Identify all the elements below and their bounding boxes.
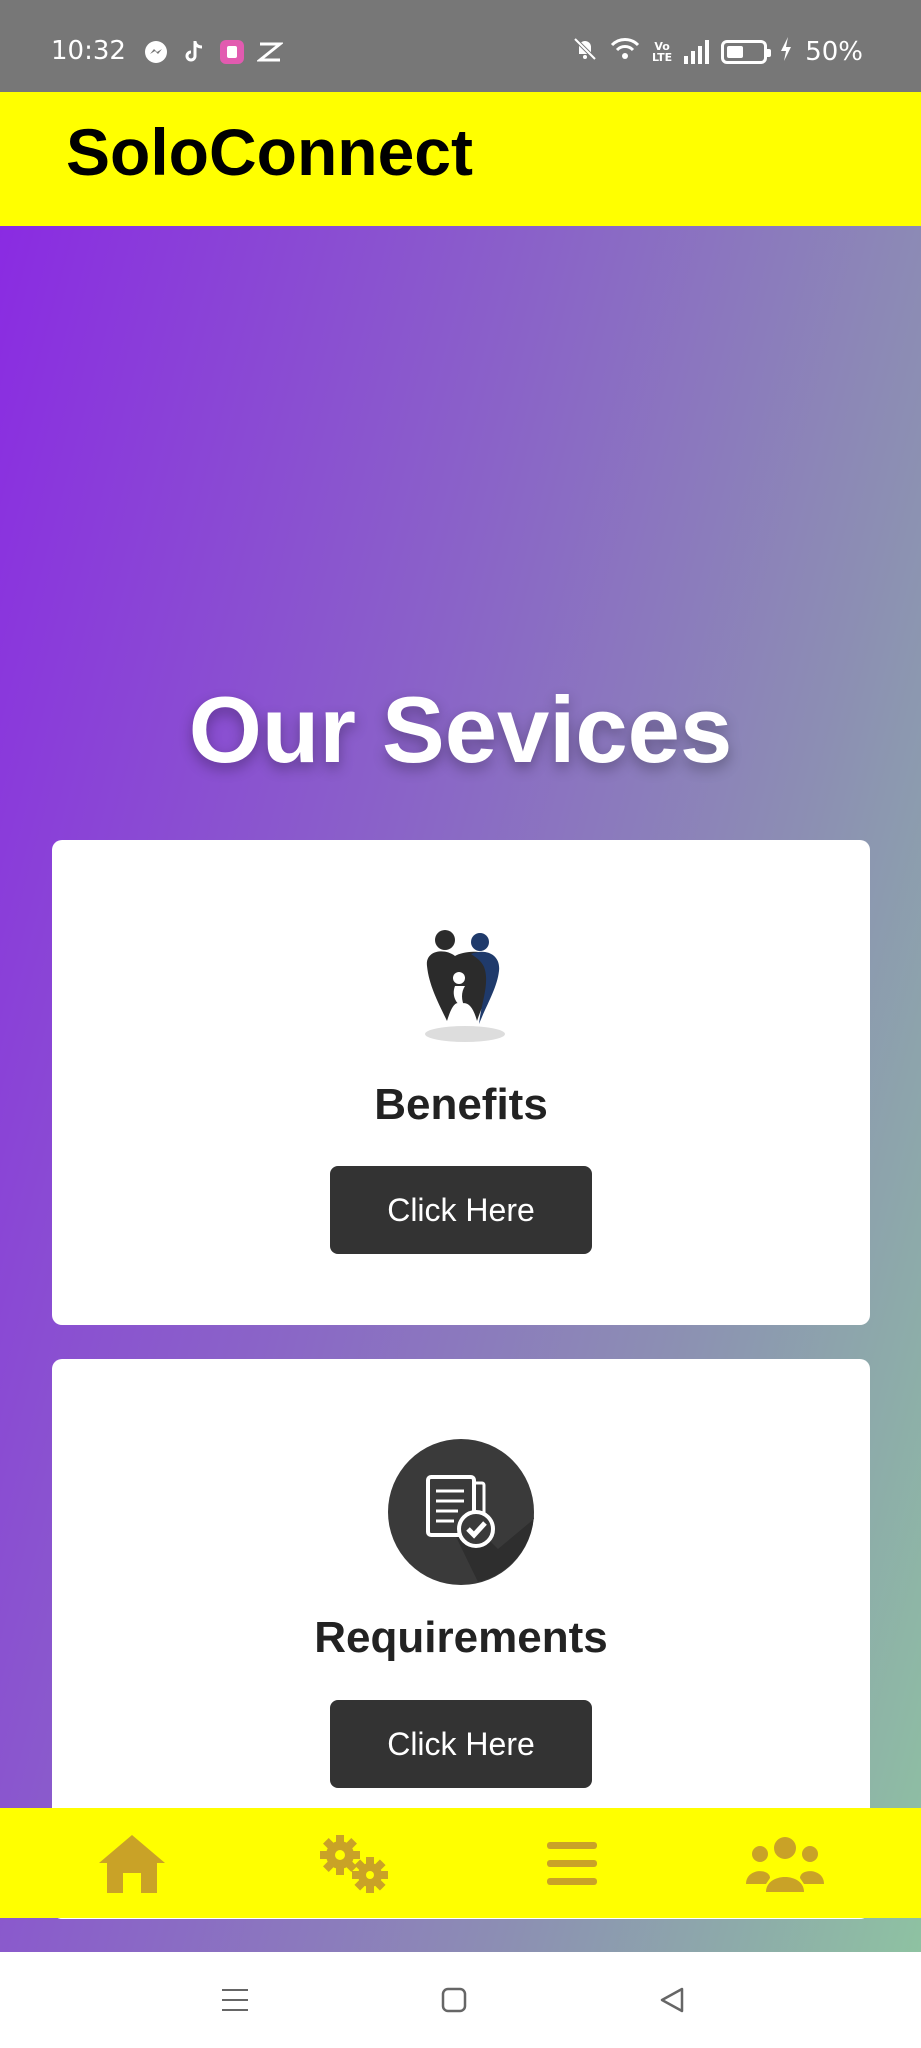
card-label: Benefits <box>374 1080 548 1129</box>
charging-icon <box>779 36 793 68</box>
status-bar: 10:32 Vo LTE 50% <box>0 0 921 92</box>
back-triangle-icon <box>660 1987 684 2013</box>
volte-icon: Vo LTE <box>651 40 673 64</box>
requirements-click-button[interactable]: Click Here <box>330 1700 592 1788</box>
notification-icons <box>142 38 284 66</box>
home-square-icon <box>441 1987 467 2013</box>
recent-apps-icon <box>222 1989 248 2011</box>
bottom-nav <box>0 1808 921 1918</box>
nav-settings[interactable] <box>314 1828 394 1900</box>
battery-icon <box>721 40 772 64</box>
system-home-button[interactable] <box>434 1980 474 2020</box>
document-check-icon <box>388 1439 534 1585</box>
family-tooth-icon <box>425 930 505 1042</box>
menu-icon <box>547 1842 597 1885</box>
status-time: 10:32 <box>51 36 126 66</box>
system-nav-bar <box>0 1952 921 2048</box>
signal-icon <box>684 40 710 64</box>
home-icon <box>99 1835 165 1893</box>
mute-icon <box>572 36 598 68</box>
benefits-click-button[interactable]: Click Here <box>330 1166 592 1254</box>
messenger-icon <box>142 38 170 66</box>
nav-users[interactable] <box>745 1828 825 1900</box>
capcut-icon <box>256 38 284 66</box>
tiktok-icon <box>180 38 208 66</box>
wifi-icon <box>610 36 640 68</box>
users-icon <box>746 1837 824 1892</box>
nav-menu[interactable] <box>532 1828 612 1900</box>
gears-icon <box>320 1835 388 1893</box>
section-title: Our Sevices <box>188 677 733 782</box>
card-label: Requirements <box>314 1613 608 1662</box>
app-title: SoloConnect <box>66 115 473 189</box>
app-header: SoloConnect <box>0 92 921 226</box>
system-status-icons: Vo LTE 50% <box>572 36 863 68</box>
system-back-button[interactable] <box>652 1980 692 2020</box>
battery-percent: 50% <box>805 37 863 67</box>
app-icon <box>218 38 246 66</box>
benefits-card: Benefits Click Here <box>52 840 870 1325</box>
nav-home[interactable] <box>92 1828 172 1900</box>
services-section: Our Sevices Benefits Click Here Requirem… <box>0 226 921 1952</box>
recent-apps-button[interactable] <box>215 1980 255 2020</box>
